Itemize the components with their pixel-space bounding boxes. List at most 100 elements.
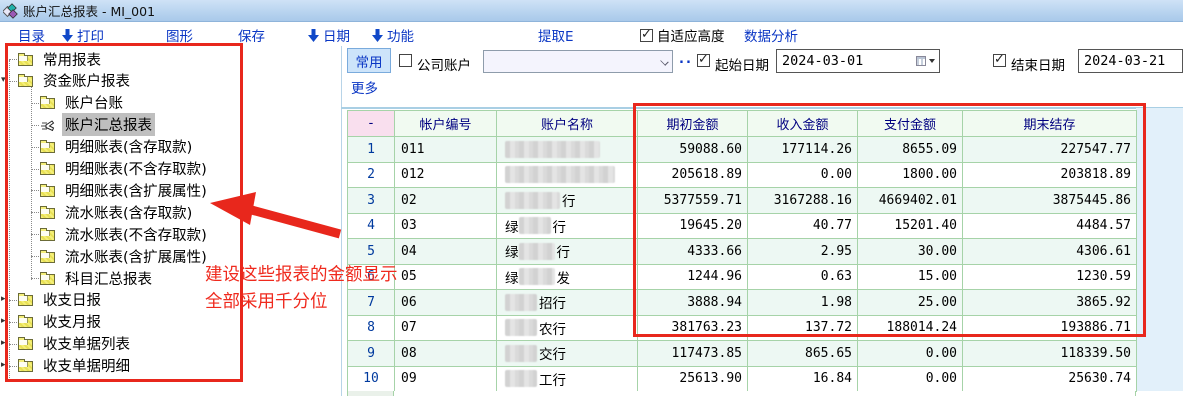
closing-amount-cell[interactable]: 25630.74 [963,367,1137,393]
ellipsis-button[interactable]: .. [679,52,693,67]
expand-arrow-icon[interactable]: ▸ [1,316,6,326]
closing-amount-cell[interactable]: 118339.50 [963,341,1137,367]
income-amount-cell[interactable]: 40.77 [748,214,858,240]
income-amount-cell[interactable]: 0.00 [748,163,858,189]
tree-item-科目汇总报表[interactable]: 科目汇总报表 [40,267,155,289]
menu-item-5[interactable]: 日期 [308,26,350,44]
account-code-cell[interactable]: 02 [395,188,497,214]
tree-item-明细账表(含扩展属性)[interactable]: 明细账表(含扩展属性) [40,179,210,201]
account-code-cell[interactable]: 011 [395,137,497,163]
income-amount-cell[interactable]: 16.84 [748,367,858,393]
row-number[interactable]: 7 [348,290,395,316]
start-date-checkbox[interactable] [697,54,710,67]
account-name-cell[interactable]: 绿发 [497,265,638,291]
autofit-height-checkbox[interactable] [640,29,653,42]
column-header-期初金额[interactable]: 期初金额 [638,111,748,137]
menu-item-7[interactable]: 提取E [538,26,574,44]
tree-item-流水账表(不含存取款)[interactable]: 流水账表(不含存取款) [40,223,210,245]
tree-item-常用报表[interactable]: 常用报表 [18,48,104,70]
tree-item-收支日报[interactable]: 收支日报 [18,289,104,311]
payment-amount-cell[interactable]: 4669402.01 [858,188,963,214]
payment-amount-cell[interactable]: 1800.00 [858,163,963,189]
tree-item-收支单据明细[interactable]: 收支单据明细 [18,355,133,377]
account-name-cell[interactable] [497,137,638,163]
tree-item-流水账表(含扩展属性)[interactable]: 流水账表(含扩展属性) [40,245,210,267]
opening-amount-cell[interactable]: 5377559.71 [638,188,748,214]
column-header-收入金额[interactable]: 收入金额 [748,111,858,137]
column-header-期末结存[interactable]: 期末结存 [963,111,1137,137]
opening-amount-cell[interactable]: 59088.60 [638,137,748,163]
payment-amount-cell[interactable]: 15.00 [858,265,963,291]
payment-amount-cell[interactable]: 8655.09 [858,137,963,163]
account-code-cell[interactable]: 06 [395,290,497,316]
account-name-cell[interactable]: 绿行 [497,214,638,240]
tree-item-收支单据列表[interactable]: 收支单据列表 [18,333,133,355]
opening-amount-cell[interactable]: 3888.94 [638,290,748,316]
account-code-cell[interactable]: 08 [395,341,497,367]
expand-arrow-icon[interactable]: ▸ [1,338,6,348]
account-name-cell[interactable]: 交行 [497,341,638,367]
row-number[interactable]: 3 [348,188,395,214]
row-number[interactable]: 10 [348,367,395,393]
account-name-cell[interactable]: 农行 [497,316,638,342]
tree-item-流水账表(含存取款)[interactable]: 流水账表(含存取款) [40,201,195,223]
column-header-corner[interactable]: - [348,111,395,137]
start-date-input[interactable]: 2024-03-01 [776,49,940,73]
closing-amount-cell[interactable]: 193886.71 [963,316,1137,342]
income-amount-cell[interactable]: 865.65 [748,341,858,367]
closing-amount-cell[interactable]: 1230.59 [963,265,1137,291]
income-amount-cell[interactable]: 3167288.16 [748,188,858,214]
closing-amount-cell[interactable]: 4306.61 [963,239,1137,265]
opening-amount-cell[interactable]: 1244.96 [638,265,748,291]
menu-item-4[interactable]: 保存 [238,26,265,44]
payment-amount-cell[interactable]: 0.00 [858,341,963,367]
menu-item-2[interactable]: 打印 [62,26,104,44]
payment-amount-cell[interactable]: 0.00 [858,367,963,393]
menu-item-8[interactable]: 自适应高度 [640,26,725,44]
income-amount-cell[interactable]: 2.95 [748,239,858,265]
tree-item-明细账表(不含存取款)[interactable]: 明细账表(不含存取款) [40,158,210,180]
tree-item-账户台账[interactable]: 账户台账 [40,92,126,114]
payment-amount-cell[interactable]: 25.00 [858,290,963,316]
income-amount-cell[interactable]: 0.63 [748,265,858,291]
closing-amount-cell[interactable]: 4484.57 [963,214,1137,240]
opening-amount-cell[interactable]: 205618.89 [638,163,748,189]
menu-item-6[interactable]: 功能 [372,26,414,44]
opening-amount-cell[interactable]: 117473.85 [638,341,748,367]
panel-splitter[interactable] [341,46,342,396]
income-amount-cell[interactable]: 177114.26 [748,137,858,163]
opening-amount-cell[interactable]: 381763.23 [638,316,748,342]
account-code-cell[interactable]: 04 [395,239,497,265]
account-name-cell[interactable] [497,163,638,189]
more-link[interactable]: 更多 [351,77,378,97]
tree-item-资金账户报表[interactable]: 资金账户报表 [18,70,133,92]
closing-amount-cell[interactable]: 203818.89 [963,163,1137,189]
payment-amount-cell[interactable]: 30.00 [858,239,963,265]
row-number[interactable]: 4 [348,214,395,240]
account-name-cell[interactable]: 招行 [497,290,638,316]
company-account-checkbox[interactable] [399,54,412,67]
end-date-input[interactable]: 2024-03-21 [1078,49,1183,73]
account-name-cell[interactable]: 行 [497,188,638,214]
column-header-账户名称[interactable]: 账户名称 [497,111,638,137]
account-name-cell[interactable]: 绿行 [497,239,638,265]
menu-item-3[interactable]: 图形 [166,26,193,44]
account-code-cell[interactable]: 07 [395,316,497,342]
income-amount-cell[interactable]: 137.72 [748,316,858,342]
expand-arrow-icon[interactable]: ▸ [1,360,6,370]
collapse-arrow-icon[interactable]: ▾ [1,75,6,85]
end-date-checkbox[interactable] [993,54,1006,67]
opening-amount-cell[interactable]: 19645.20 [638,214,748,240]
expand-arrow-icon[interactable]: ▸ [1,294,6,304]
payment-amount-cell[interactable]: 15201.40 [858,214,963,240]
closing-amount-cell[interactable]: 3865.92 [963,290,1137,316]
tree-item-收支月报[interactable]: 收支月报 [18,311,104,333]
closing-amount-cell[interactable]: 3875445.86 [963,188,1137,214]
account-code-cell[interactable]: 05 [395,265,497,291]
calendar-dropdown-button[interactable] [913,52,937,70]
account-code-cell[interactable]: 012 [395,163,497,189]
opening-amount-cell[interactable]: 25613.90 [638,367,748,393]
closing-amount-cell[interactable]: 227547.77 [963,137,1137,163]
menu-item-1[interactable]: 目录 [18,26,45,44]
row-number[interactable]: 2 [348,163,395,189]
